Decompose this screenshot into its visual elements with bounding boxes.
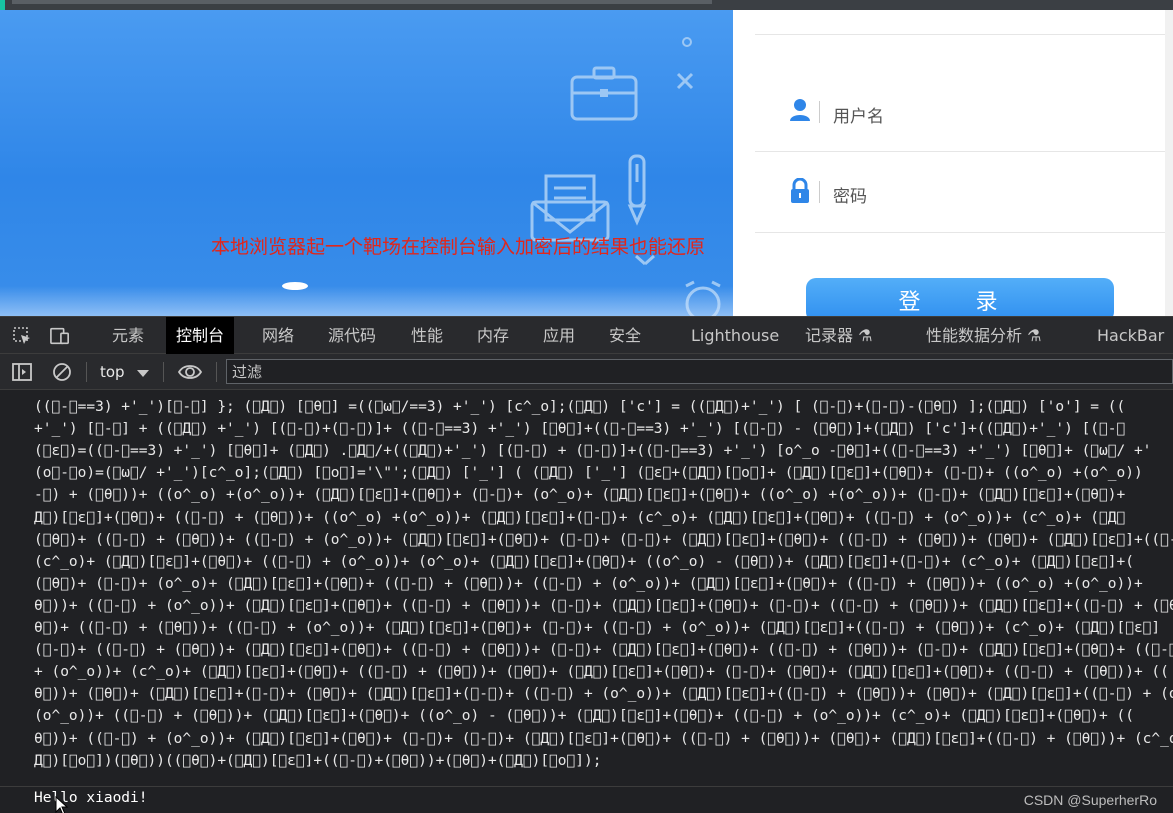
field-separator [819, 101, 820, 123]
console-code-line: θ゚))+ ((゚-゚) + (o^_o))+ (゚Д゚)[゚ε゚]+(゚θ゚)… [34, 730, 1173, 747]
hero-horizon-glow [0, 286, 733, 316]
circle-dot-icon [682, 37, 692, 47]
watermark-text: CSDN @SuperherRo [1023, 792, 1157, 808]
mouse-cursor-icon [55, 796, 69, 813]
console-code-line: θ゚))+ ((゚-゚) + (o^_o))+ (゚Д゚)[゚ε゚]+(゚θ゚)… [34, 597, 1173, 614]
console-code-line: θ゚))+ (゚θ゚)+ (゚Д゚)[゚ε゚]+(゚-゚)+ (゚θ゚)+ (゚… [34, 686, 1173, 703]
clear-console-icon[interactable] [52, 362, 72, 382]
tab-elements[interactable]: 元素 [112, 317, 144, 354]
console-toolbar: top [0, 354, 1173, 390]
console-code-line: (゚-゚)+ ((゚-゚) + (゚θ゚))+ (゚Д゚)[゚ε゚]+(゚θ゚)… [34, 642, 1173, 659]
divider-line [755, 151, 1173, 152]
hero-highlight-dot [282, 282, 308, 290]
divider-line [755, 232, 1173, 233]
username-field[interactable]: 用户名 [833, 102, 884, 127]
page-scrollbar[interactable] [1165, 10, 1173, 316]
console-code-line: (゚θ゚)+ ((゚-゚) + (゚θ゚))+ ((゚-゚) + (o^_o))… [34, 531, 1173, 548]
tab-security[interactable]: 安全 [609, 317, 641, 354]
tab-strip-shadow [12, 0, 712, 4]
tab-console[interactable]: 控制台 [166, 317, 235, 354]
console-output: ((゚-゚==3) +'_')[゚-゚] }; (゚Д゚) [゚θ゚] =((゚… [0, 390, 1173, 813]
device-toolbar-icon[interactable] [50, 326, 70, 346]
console-code-line: +'_') [゚-゚] + ((゚Д゚) +'_') [(゚-゚)+(゚-゚)]… [34, 421, 1126, 438]
chevron-down-icon [137, 370, 149, 377]
toolbar-separator [86, 362, 87, 382]
console-code-line: (゚ε゚)=((゚-゚==3) +'_') [゚θ゚]+ (゚Д゚) .゚Д゚/… [34, 443, 1152, 460]
inspect-element-icon[interactable] [12, 326, 32, 346]
field-separator [819, 181, 820, 203]
console-code-line: (゚θ゚)+ (゚-゚)+ (o^_o)+ (゚Д゚)[゚ε゚]+(゚θ゚)+ … [34, 575, 1143, 592]
tab-performance-insights[interactable]: 性能数据分析 ⚗ [926, 317, 1041, 354]
tab-lighthouse[interactable]: Lighthouse [691, 317, 779, 354]
browser-top-strip [0, 0, 1173, 10]
console-code-line: θ゚)+ ((゚-゚) + (゚θ゚))+ ((゚-゚) + (o^_o))+ … [34, 620, 1161, 636]
toolbar-separator [163, 362, 164, 382]
eye-icon[interactable] [177, 362, 203, 382]
filter-input[interactable] [226, 359, 1173, 384]
login-form-panel: 用户名 密码 登 录 [733, 10, 1173, 322]
console-code-line: (c^_o)+ (゚Д゚)[゚ε゚]+(゚θ゚)+ ((゚-゚) + (o^_o… [34, 553, 1134, 570]
console-code-line: Д゚)[゚o゚])(゚θ゚))((゚θ゚)+(゚Д゚)[゚ε゚]+((゚-゚)+… [34, 752, 602, 769]
console-code-line: -゚) + (゚θ゚))+ ((o^_o) +(o^_o))+ (゚Д゚)[゚ε… [34, 487, 1126, 504]
tab-memory[interactable]: 内存 [477, 317, 509, 354]
password-field[interactable]: 密码 [833, 182, 867, 207]
login-hero-banner [0, 10, 733, 316]
console-result-text: Hello xiaodi! [34, 790, 148, 806]
tab-network[interactable]: 网络 [262, 317, 294, 354]
tab-performance[interactable]: 性能 [411, 317, 443, 354]
devtools-tab-bar: 元素 控制台 网络 源代码 性能 内存 应用 安全 Lighthouse 记录器… [0, 316, 1173, 354]
context-selector[interactable]: top [100, 363, 125, 381]
tab-recorder[interactable]: 记录器 ⚗ [805, 317, 872, 354]
red-annotation-text: 本地浏览器起一个靶场在控制台输入加密后的结果也能还原 [211, 236, 706, 258]
lock-icon [791, 178, 809, 203]
user-icon [790, 99, 810, 121]
console-code-line: (o^_o))+ ((゚-゚) + (゚θ゚))+ (゚Д゚)[゚ε゚]+(゚θ… [34, 708, 1134, 725]
console-code-line: Д゚)[゚ε゚]+(゚θ゚)+ ((゚-゚) + (゚θ゚))+ ((o^_o)… [34, 509, 1126, 526]
console-code-line: (o゚-゚o)=(゚ω゚/ +'_')[c^_o];(゚Д゚) [゚o゚]='\… [34, 465, 1143, 482]
console-code-line: ((゚-゚==3) +'_')[゚-゚] }; (゚Д゚) [゚θ゚] =((゚… [34, 399, 1126, 415]
sidebar-toggle-icon[interactable] [12, 362, 32, 382]
tab-sources[interactable]: 源代码 [328, 317, 376, 354]
cross-sparkle-icon [676, 72, 694, 90]
tab-hackbar[interactable]: HackBar [1097, 317, 1164, 354]
pen-icon [627, 154, 647, 226]
divider-line [755, 34, 1173, 35]
briefcase-icon [570, 66, 638, 121]
toolbar-separator [216, 362, 217, 382]
tab-application[interactable]: 应用 [543, 317, 575, 354]
console-code-line: + (o^_o))+ (c^_o)+ (゚Д゚)[゚ε゚]+(゚θ゚)+ ((゚… [34, 664, 1169, 681]
console-result-row: Hello xiaodi! CSDN @SuperherRo [0, 786, 1173, 813]
